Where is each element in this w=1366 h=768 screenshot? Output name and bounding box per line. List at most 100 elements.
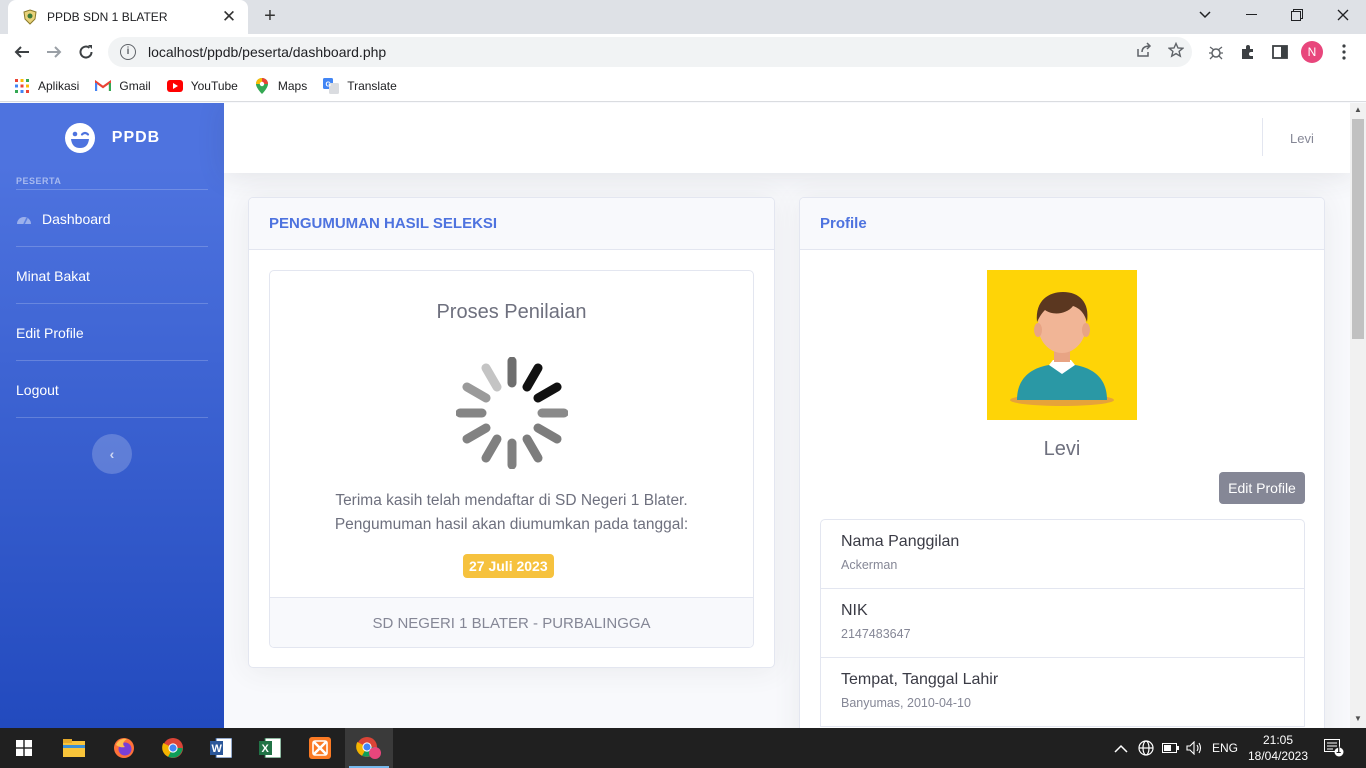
firefox-icon <box>114 738 134 758</box>
word-icon: W <box>210 738 232 758</box>
sidebar-heading: PESERTA <box>16 176 62 186</box>
chrome-active-taskbar-button[interactable] <box>345 728 393 768</box>
page-viewport: PPDB PESERTA Dashboard Minat Bakat Edit … <box>0 103 1350 728</box>
announcement-card-header: PENGUMUMAN HASIL SELEKSI <box>249 198 774 250</box>
windows-logo-icon <box>16 740 32 756</box>
excel-icon: X <box>259 738 281 758</box>
minimize-button[interactable] <box>1228 0 1274 30</box>
language-indicator[interactable]: ENG <box>1212 728 1238 768</box>
list-item: NIK 2147483647 <box>821 589 1304 658</box>
bookmark-label: Translate <box>347 78 397 93</box>
thanks-message: Terima kasih telah mendaftar di SD Neger… <box>335 492 688 509</box>
site-info-icon[interactable]: i <box>120 44 136 60</box>
result-card-footer: SD NEGERI 1 BLATER - PURBALINGGA <box>270 597 753 647</box>
extension-bug-icon[interactable] <box>1205 42 1227 62</box>
brand-text: PPDB <box>111 129 161 146</box>
sidebar-toggle-button[interactable]: ‹ <box>92 434 132 474</box>
tray-overflow-chevron-icon[interactable] <box>1114 728 1128 768</box>
file-explorer-taskbar-button[interactable] <box>50 728 98 768</box>
bookmarks-bar: Aplikasi Gmail YouTube Maps G Translate <box>0 70 1366 102</box>
field-value: Banyumas, 2010-04-10 <box>841 696 971 710</box>
topbar-divider <box>1262 118 1263 156</box>
clock-time: 21:05 <box>1262 733 1294 747</box>
tachometer-icon <box>17 217 31 225</box>
browser-tabstrip: PPDB SDN 1 BLATER ✕ + <box>0 0 1366 34</box>
sidebar-divider <box>16 303 208 304</box>
word-taskbar-button[interactable]: W <box>197 728 245 768</box>
field-label: Nama Panggilan <box>841 533 960 550</box>
bookmark-youtube[interactable]: YouTube <box>166 78 238 94</box>
bookmark-label: Gmail <box>119 78 151 93</box>
announcement-date-message: Pengumuman hasil akan diumumkan pada tan… <box>334 516 689 533</box>
field-value: 2147483647 <box>841 627 911 641</box>
bookmark-gmail[interactable]: Gmail <box>95 78 151 94</box>
sidebar-item-dashboard[interactable]: Dashboard <box>16 211 111 227</box>
reload-button[interactable] <box>74 40 98 64</box>
volume-icon[interactable] <box>1186 728 1204 768</box>
extensions-puzzle-icon[interactable] <box>1237 42 1259 62</box>
bookmark-label: Maps <box>277 78 308 93</box>
bookmark-label: Aplikasi <box>38 78 80 93</box>
sidebar-divider <box>16 246 208 247</box>
translate-icon: G <box>323 77 340 94</box>
start-button[interactable] <box>0 728 48 768</box>
close-window-button[interactable] <box>1320 0 1366 30</box>
battery-icon[interactable] <box>1162 728 1180 768</box>
browser-profile-avatar[interactable]: N <box>1301 41 1323 63</box>
school-favicon-icon <box>23 9 37 25</box>
url-text[interactable]: localhost/ppdb/peserta/dashboard.php <box>148 44 1128 60</box>
share-icon[interactable] <box>1128 42 1160 62</box>
back-button[interactable] <box>10 40 34 64</box>
user-dropdown[interactable]: Levi <box>1290 131 1314 146</box>
page-scrollbar[interactable]: ▲ ▼ <box>1350 103 1366 728</box>
gmail-icon <box>95 78 112 94</box>
tab-close-icon[interactable]: ✕ <box>220 7 238 27</box>
maps-icon <box>254 77 270 94</box>
system-clock[interactable]: 21:05 18/04/2023 <box>1246 732 1310 764</box>
windows-taskbar: W X ENG 21:05 18/04/2023 1 <box>0 728 1366 768</box>
restore-button[interactable] <box>1274 0 1320 30</box>
sidebar-item-label: Edit Profile <box>16 325 84 341</box>
profile-card: Profile Levi Edit Profile Nama Panggilan… <box>799 197 1325 728</box>
announcement-date-badge: 27 Juli 2023 <box>463 554 554 578</box>
xampp-taskbar-button[interactable] <box>296 728 344 768</box>
bookmark-maps[interactable]: Maps <box>254 77 308 94</box>
profile-name: Levi <box>1043 438 1081 460</box>
tab-search-chevron-icon[interactable] <box>1182 0 1228 30</box>
notification-count: 1 <box>1336 745 1342 755</box>
excel-taskbar-button[interactable]: X <box>246 728 294 768</box>
sidebar-item-minat-bakat[interactable]: Minat Bakat <box>16 268 90 284</box>
bookmark-apps[interactable]: Aplikasi <box>14 78 79 94</box>
address-bar[interactable]: i localhost/ppdb/peserta/dashboard.php <box>108 37 1192 67</box>
tab-title: PPDB SDN 1 BLATER <box>47 10 168 24</box>
list-item: Nama Panggilan Ackerman <box>821 520 1304 589</box>
scrollbar-thumb[interactable] <box>1352 119 1364 339</box>
firefox-taskbar-button[interactable] <box>100 728 148 768</box>
laugh-wink-icon <box>64 123 95 153</box>
scroll-up-arrow-icon[interactable]: ▲ <box>1350 105 1366 119</box>
bookmark-star-icon[interactable] <box>1160 41 1192 62</box>
sidebar-item-logout[interactable]: Logout <box>16 382 59 398</box>
sidebar-brand[interactable]: PPDB <box>0 103 224 173</box>
sidebar-item-label: Minat Bakat <box>16 268 90 284</box>
forward-button[interactable] <box>42 40 66 64</box>
browser-tab[interactable]: PPDB SDN 1 BLATER ✕ <box>8 0 248 34</box>
sidebar-item-edit-profile[interactable]: Edit Profile <box>16 325 84 341</box>
field-value: Ackerman <box>841 558 898 572</box>
network-globe-icon[interactable] <box>1138 728 1154 768</box>
chrome-taskbar-button[interactable] <box>149 728 197 768</box>
sidebar-item-label: Dashboard <box>42 211 111 227</box>
result-card: Proses Penilaian Terima kasih telah mend… <box>269 270 754 648</box>
bookmark-translate[interactable]: G Translate <box>323 77 397 94</box>
chrome-icon <box>162 738 183 758</box>
sidebar-item-label: Logout <box>16 382 59 398</box>
edit-profile-button[interactable]: Edit Profile <box>1219 472 1305 504</box>
scroll-down-arrow-icon[interactable]: ▼ <box>1350 714 1366 728</box>
side-panel-icon[interactable] <box>1269 42 1291 62</box>
loading-spinner-icon <box>456 357 568 469</box>
new-tab-button[interactable]: + <box>258 4 282 28</box>
notification-center-icon[interactable]: 1 <box>1324 728 1344 768</box>
browser-menu-icon[interactable] <box>1333 42 1355 62</box>
list-item: Tempat, Tanggal Lahir Banyumas, 2010-04-… <box>821 658 1304 727</box>
bookmark-label: YouTube <box>190 78 238 93</box>
